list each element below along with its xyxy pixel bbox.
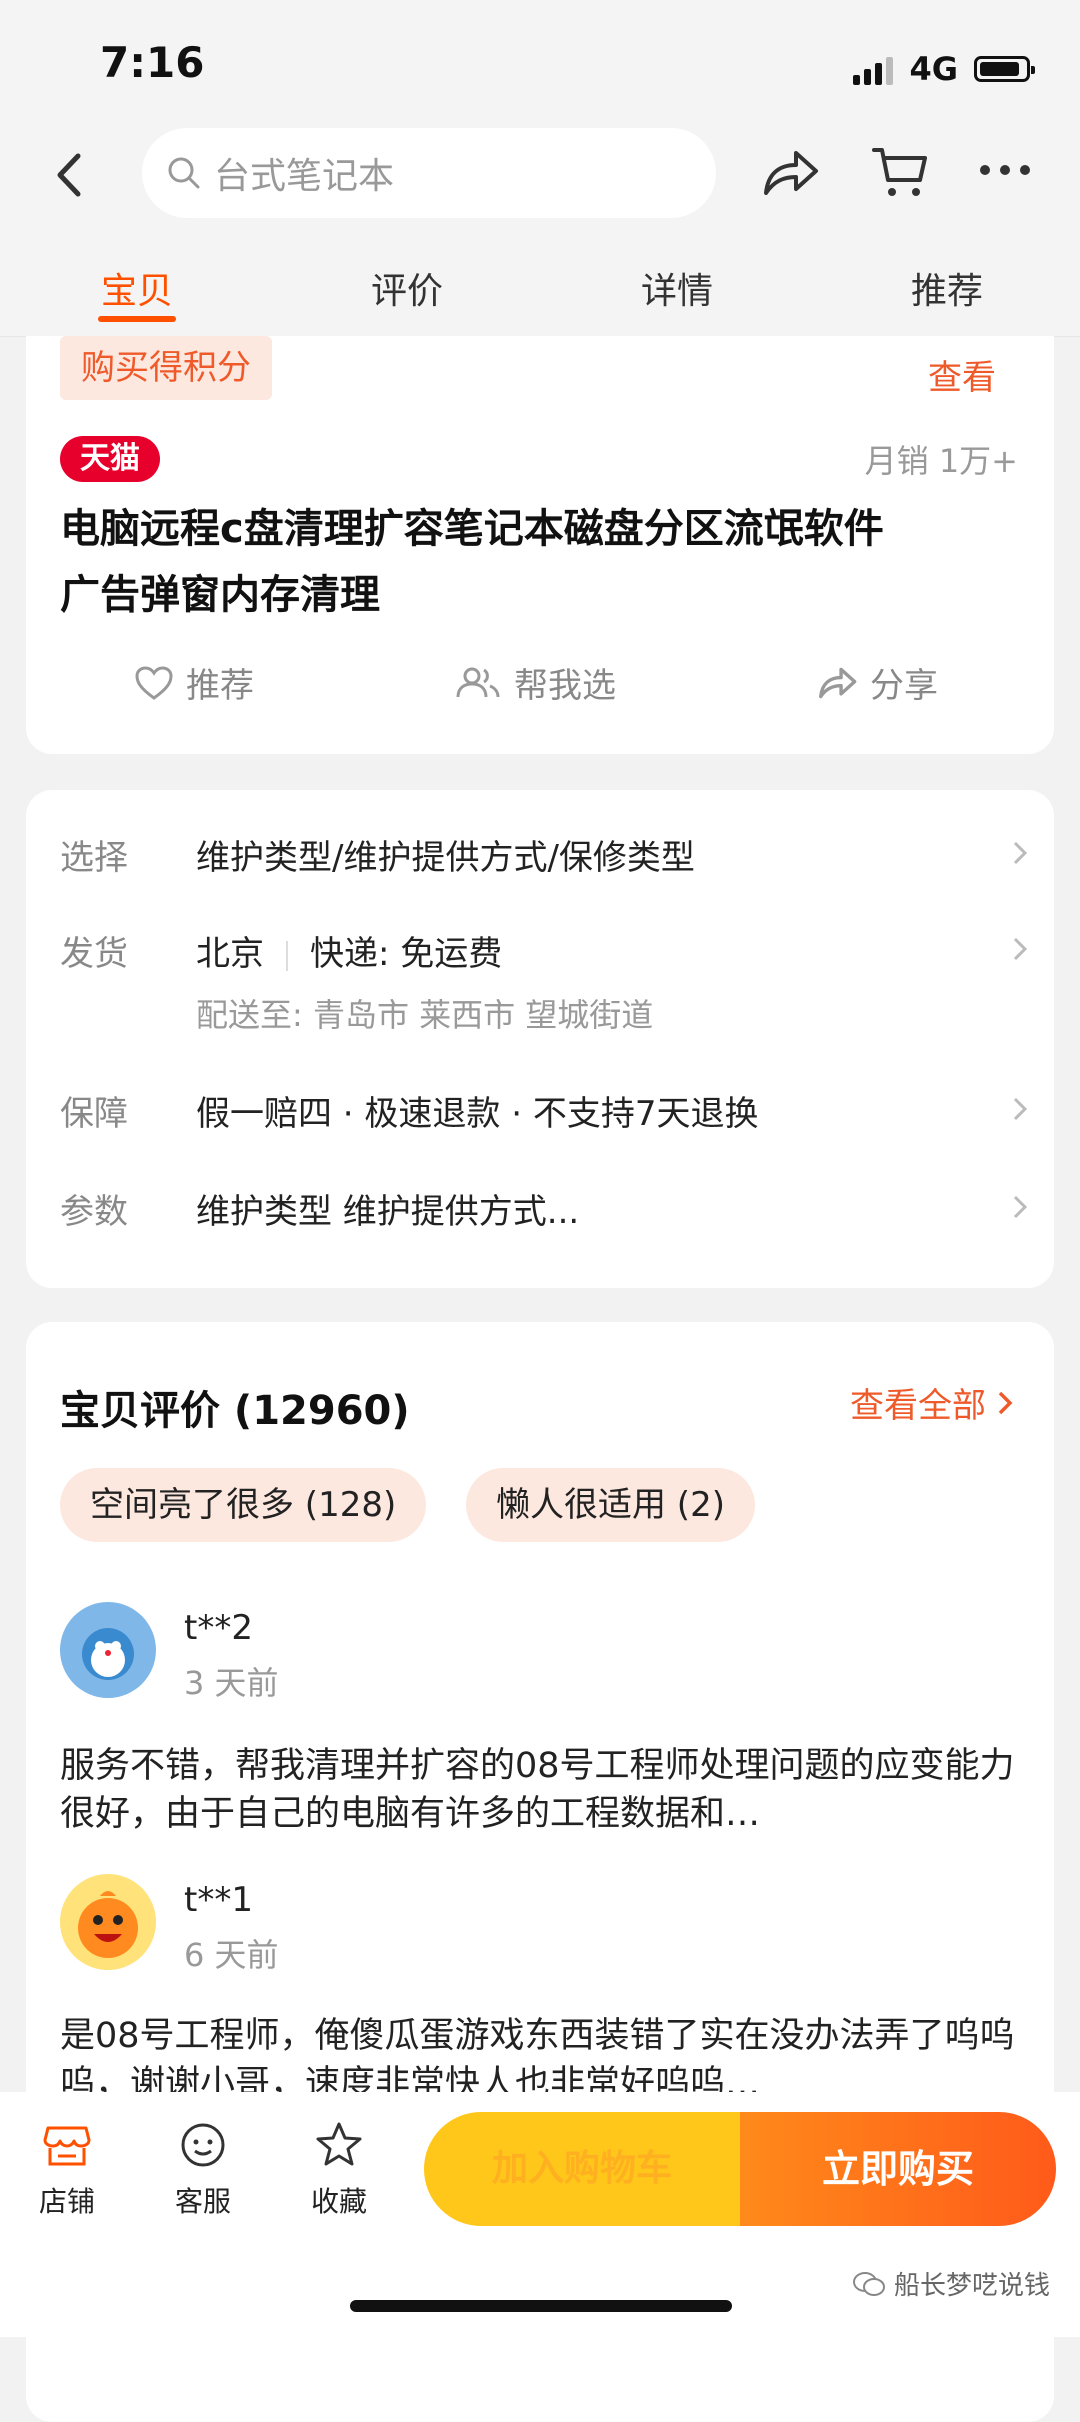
share-small-icon (819, 667, 857, 698)
help-choose-label: 帮我选 (514, 666, 616, 706)
customer-service-button[interactable]: 客服 (158, 2120, 248, 2220)
ship-fee: 快递: 免运费 (310, 934, 503, 974)
points-badge[interactable]: 购买得积分 (60, 336, 272, 400)
heart-icon (135, 665, 173, 700)
store-button[interactable]: 店铺 (22, 2120, 112, 2220)
search-placeholder: 台式笔记本 (214, 156, 395, 197)
tab-details[interactable]: 详情 (612, 262, 742, 314)
cart-icon[interactable] (870, 142, 930, 202)
ship-from: 北京 (196, 934, 264, 974)
star-icon (316, 2122, 362, 2166)
chevron-right-icon (1013, 841, 1028, 865)
ship-to: 配送至: 青岛市 莱西市 望城街道 (196, 996, 654, 1034)
chevron-right-icon (998, 1391, 1013, 1414)
chevron-right-icon (1013, 1097, 1028, 1121)
see-all-reviews-link[interactable]: 查看全部 (850, 1378, 1014, 1427)
top-nav: 台式笔记本 (0, 120, 1080, 230)
monthly-sales: 月销 1万+ (864, 442, 1018, 480)
network-label: 4G (909, 50, 958, 88)
signal-icon (853, 53, 894, 85)
service-icon (181, 2123, 225, 2167)
review-user: t**2 (184, 1608, 253, 1648)
watermark: 船长梦呓说钱 (852, 2265, 1050, 2302)
review-tag[interactable]: 懒人很适用 (2) (466, 1468, 755, 1542)
product-title: 电脑远程c盘清理扩容笔记本磁盘分区流氓软件 广告弹窗内存清理 (60, 496, 1020, 628)
add-to-cart-button[interactable]: 加入购物车 (424, 2112, 740, 2226)
review-user: t**1 (184, 1880, 253, 1920)
recommend-button[interactable]: 推荐 (134, 658, 254, 707)
help-choose-button[interactable]: 帮我选 (454, 658, 616, 707)
view-points-link[interactable]: 查看 (928, 350, 996, 399)
tmall-badge: 天猫 (60, 436, 160, 482)
tab-recommend[interactable]: 推荐 (882, 262, 1012, 314)
status-time: 7:16 (100, 38, 205, 87)
ship-label: 发货 (60, 934, 128, 974)
more-icon[interactable] (980, 165, 1030, 175)
avatar (60, 1874, 156, 1970)
review-text[interactable]: 是08号工程师，俺傻瓜蛋游戏东西装错了实在没办法弄了呜呜呜，谢谢小哥，速度非常快… (60, 2012, 1030, 2092)
product-info-card: 购买得积分 查看 天猫 月销 1万+ 电脑远程c盘清理扩容笔记本磁盘分区流氓软件… (26, 336, 1054, 754)
guarantee-row[interactable]: 保障 假一赔四 · 极速退款 · 不支持7天退换 (60, 1076, 1028, 1156)
chevron-right-icon (1013, 937, 1028, 961)
guarantee-value: 假一赔四 · 极速退款 · 不支持7天退换 (196, 1094, 759, 1134)
buy-now-button[interactable]: 立即购买 (740, 2112, 1056, 2226)
guarantee-label: 保障 (60, 1094, 128, 1134)
wechat-icon (852, 2271, 885, 2296)
select-value: 维护类型/维护提供方式/保修类型 (196, 838, 695, 878)
reviews-title: 宝贝评价 (12960) (60, 1388, 410, 1434)
product-title-line2: 广告弹窗内存清理 (60, 572, 380, 618)
see-all-label: 查看全部 (850, 1386, 986, 1426)
share-button[interactable]: 分享 (816, 658, 938, 707)
avatar (60, 1602, 156, 1698)
favorite-label: 收藏 (310, 2185, 367, 2218)
select-label: 选择 (60, 838, 128, 878)
specs-card: 选择 维护类型/维护提供方式/保修类型 发货 北京 快递: 免运费 配送至: 青岛… (26, 790, 1054, 1288)
review-time: 3 天前 (184, 1664, 279, 1702)
favorite-button[interactable]: 收藏 (294, 2120, 384, 2220)
review-text[interactable]: 服务不错，帮我清理并扩容的08号工程师处理问题的应变能力很好，由于自己的电脑有许… (60, 1742, 1030, 1838)
store-icon (43, 2126, 91, 2166)
product-title-line1: 电脑远程c盘清理扩容笔记本磁盘分区流氓软件 (60, 506, 884, 552)
recommend-label: 推荐 (186, 666, 254, 706)
chevron-right-icon (1013, 1195, 1028, 1219)
users-icon (456, 667, 500, 697)
battery-icon (974, 56, 1035, 82)
home-indicator[interactable] (350, 2300, 732, 2312)
status-bar: 7:16 4G (0, 0, 1080, 128)
search-icon (168, 157, 200, 189)
select-row[interactable]: 选择 维护类型/维护提供方式/保修类型 (60, 820, 1028, 900)
back-arrow-icon[interactable] (50, 150, 90, 200)
review-time: 6 天前 (184, 1936, 279, 1974)
shipping-row[interactable]: 发货 北京 快递: 免运费 配送至: 青岛市 莱西市 望城街道 (60, 916, 1028, 1036)
params-value: 维护类型 维护提供方式... (196, 1192, 580, 1232)
tab-item[interactable]: 宝贝 (72, 262, 202, 314)
service-label: 客服 (174, 2185, 231, 2218)
watermark-text: 船长梦呓说钱 (893, 2271, 1050, 2301)
status-indicators: 4G (853, 50, 1035, 88)
review-tag[interactable]: 空间亮了很多 (128) (60, 1468, 427, 1542)
params-row[interactable]: 参数 维护类型 维护提供方式... (60, 1174, 1028, 1254)
params-label: 参数 (60, 1192, 128, 1232)
search-bar[interactable]: 台式笔记本 (142, 128, 716, 218)
active-tab-indicator (98, 316, 176, 322)
tab-reviews[interactable]: 评价 (342, 262, 472, 314)
ship-info: 北京 快递: 免运费 (196, 926, 502, 975)
tab-bar: 宝贝 评价 详情 推荐 (0, 230, 1080, 337)
share-label: 分享 (870, 666, 938, 706)
store-label: 店铺 (38, 2185, 95, 2218)
share-icon[interactable] (760, 145, 820, 201)
